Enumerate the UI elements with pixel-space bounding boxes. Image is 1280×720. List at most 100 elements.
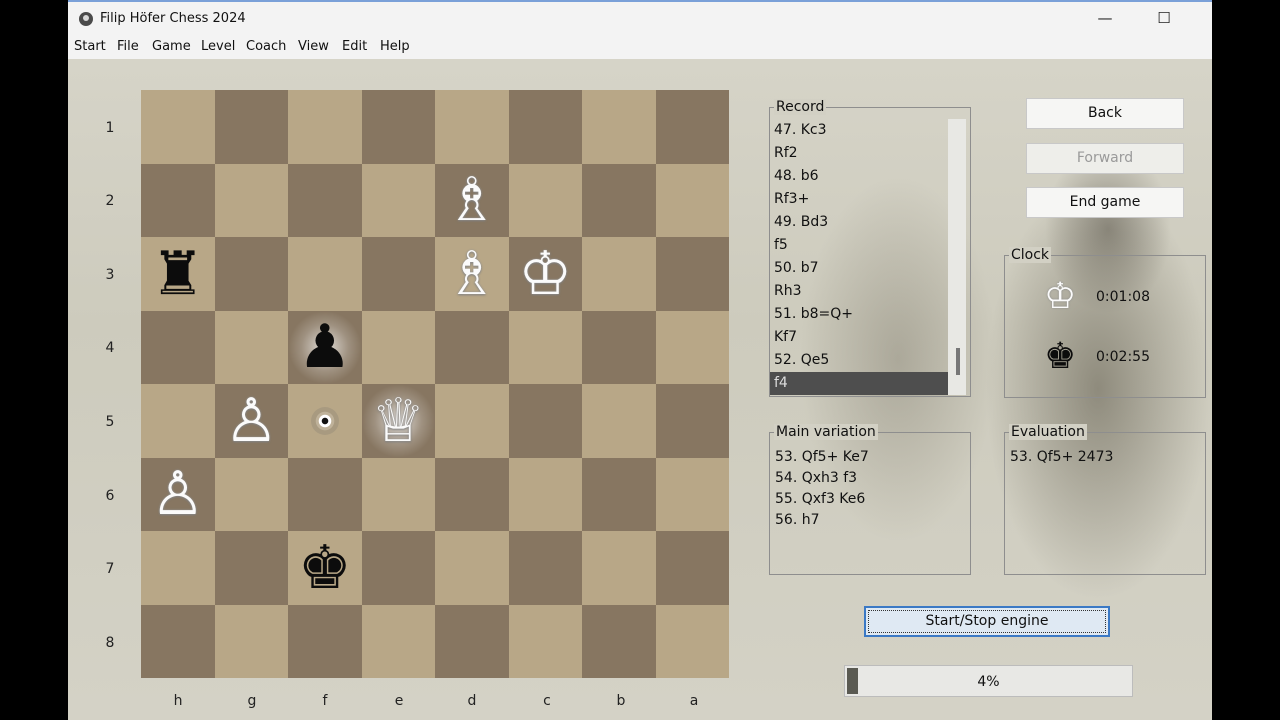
board-square-a4[interactable] xyxy=(655,310,729,384)
record-item[interactable]: 48. b6 xyxy=(770,165,948,188)
move-target-marker[interactable] xyxy=(310,406,339,435)
board-square-d6[interactable] xyxy=(435,457,509,531)
board-square-g8[interactable] xyxy=(214,604,288,678)
board-square-b8[interactable] xyxy=(582,604,656,678)
board-square-d4[interactable] xyxy=(435,310,509,384)
record-item[interactable]: Rh3 xyxy=(770,280,948,303)
record-item[interactable]: 51. b8=Q+ xyxy=(770,303,948,326)
board-square-c4[interactable] xyxy=(508,310,582,384)
board-square-a8[interactable] xyxy=(655,604,729,678)
board-square-f6[interactable] xyxy=(288,457,362,531)
record-item[interactable]: Rf3+ xyxy=(770,188,948,211)
white-king-piece[interactable]: ♔ xyxy=(509,237,583,311)
board-square-c6[interactable] xyxy=(508,457,582,531)
board-square-e7[interactable] xyxy=(361,531,435,605)
black-rook-piece[interactable]: ♜ xyxy=(141,237,215,311)
board-square-g3[interactable] xyxy=(214,237,288,311)
file-label: b xyxy=(616,693,626,709)
menu-file[interactable]: File xyxy=(117,39,139,54)
board-square-a6[interactable] xyxy=(655,457,729,531)
white-bishop-piece[interactable]: ♗ xyxy=(435,237,509,311)
board-square-e4[interactable] xyxy=(361,310,435,384)
board-square-h7[interactable] xyxy=(141,531,215,605)
app-window: Filip Höfer Chess 2024 — ☐ Start File Ga… xyxy=(68,0,1212,720)
menu-coach[interactable]: Coach xyxy=(246,39,286,54)
board-square-b3[interactable] xyxy=(582,237,656,311)
back-button[interactable]: Back xyxy=(1026,98,1184,129)
board-square-g4[interactable] xyxy=(214,310,288,384)
board-square-c1[interactable] xyxy=(508,90,582,164)
board-square-c8[interactable] xyxy=(508,604,582,678)
menu-level[interactable]: Level xyxy=(201,39,235,54)
board-square-g1[interactable] xyxy=(214,90,288,164)
board-square-e6[interactable] xyxy=(361,457,435,531)
board-square-d5[interactable] xyxy=(435,384,509,458)
white-bishop-piece[interactable]: ♗ xyxy=(435,164,509,238)
record-item[interactable]: f5 xyxy=(770,234,948,257)
black-king-piece[interactable]: ♚ xyxy=(288,531,362,605)
white-pawn-piece[interactable]: ♙ xyxy=(141,458,215,532)
record-item[interactable]: 47. Kc3 xyxy=(770,119,948,142)
minimize-button[interactable]: — xyxy=(1082,2,1128,35)
board-square-b4[interactable] xyxy=(582,310,656,384)
board-square-c7[interactable] xyxy=(508,531,582,605)
record-item[interactable]: 50. b7 xyxy=(770,257,948,280)
board-square-b6[interactable] xyxy=(582,457,656,531)
menu-edit[interactable]: Edit xyxy=(342,39,367,54)
board-square-g2[interactable] xyxy=(214,163,288,237)
record-item[interactable]: f4 xyxy=(770,372,948,395)
board-square-c5[interactable] xyxy=(508,384,582,458)
board-square-h1[interactable] xyxy=(141,90,215,164)
forward-button[interactable]: Forward xyxy=(1026,143,1184,174)
chess-board[interactable]: ♗ ♗ ♔ ♜ ♟ ♙ ♕ ♙ ♚ xyxy=(141,90,729,678)
white-pawn-piece[interactable]: ♙ xyxy=(215,384,289,458)
board-square-h5[interactable] xyxy=(141,384,215,458)
board-square-e1[interactable] xyxy=(361,90,435,164)
board-square-a7[interactable] xyxy=(655,531,729,605)
menu-start[interactable]: Start xyxy=(74,39,106,54)
menu-help[interactable]: Help xyxy=(380,39,410,54)
board-square-e2[interactable] xyxy=(361,163,435,237)
board-square-e3[interactable] xyxy=(361,237,435,311)
board-square-h4[interactable] xyxy=(141,310,215,384)
menu-game[interactable]: Game xyxy=(152,39,191,54)
maximize-button[interactable]: ☐ xyxy=(1141,2,1187,35)
menu-view[interactable]: View xyxy=(298,39,329,54)
black-pawn-piece[interactable]: ♟ xyxy=(288,310,362,384)
white-clock-time: 0:01:08 xyxy=(1096,289,1150,305)
board-square-f8[interactable] xyxy=(288,604,362,678)
board-square-a3[interactable] xyxy=(655,237,729,311)
board-square-b5[interactable] xyxy=(582,384,656,458)
rank-label: 3 xyxy=(105,267,115,283)
record-item[interactable]: 52. Qe5 xyxy=(770,349,948,372)
engine-progress-bar: 4% xyxy=(844,665,1133,697)
board-square-f3[interactable] xyxy=(288,237,362,311)
board-square-f2[interactable] xyxy=(288,163,362,237)
end-game-button[interactable]: End game xyxy=(1026,187,1184,218)
board-square-g7[interactable] xyxy=(214,531,288,605)
board-square-b7[interactable] xyxy=(582,531,656,605)
start-stop-engine-button[interactable]: Start/Stop engine xyxy=(864,606,1110,637)
board-square-a2[interactable] xyxy=(655,163,729,237)
board-square-a1[interactable] xyxy=(655,90,729,164)
board-square-d8[interactable] xyxy=(435,604,509,678)
board-square-e8[interactable] xyxy=(361,604,435,678)
board-square-h2[interactable] xyxy=(141,163,215,237)
record-item[interactable]: Kf7 xyxy=(770,326,948,349)
record-item[interactable]: Rf2 xyxy=(770,142,948,165)
board-square-f1[interactable] xyxy=(288,90,362,164)
record-list[interactable]: 47. Kc3 Rf2 48. b6 Rf3+ 49. Bd3 f5 50. b7 Rh3 51… xyxy=(770,119,948,395)
record-item[interactable]: 49. Bd3 xyxy=(770,211,948,234)
board-square-d1[interactable] xyxy=(435,90,509,164)
board-square-b2[interactable] xyxy=(582,163,656,237)
board-square-h8[interactable] xyxy=(141,604,215,678)
white-queen-piece[interactable]: ♕ xyxy=(361,384,435,458)
rank-label: 4 xyxy=(105,340,115,356)
rank-label: 8 xyxy=(105,635,115,651)
board-square-d7[interactable] xyxy=(435,531,509,605)
board-square-a5[interactable] xyxy=(655,384,729,458)
record-scrollbar-thumb[interactable] xyxy=(956,348,960,375)
board-square-b1[interactable] xyxy=(582,90,656,164)
board-square-c2[interactable] xyxy=(508,163,582,237)
board-square-g6[interactable] xyxy=(214,457,288,531)
